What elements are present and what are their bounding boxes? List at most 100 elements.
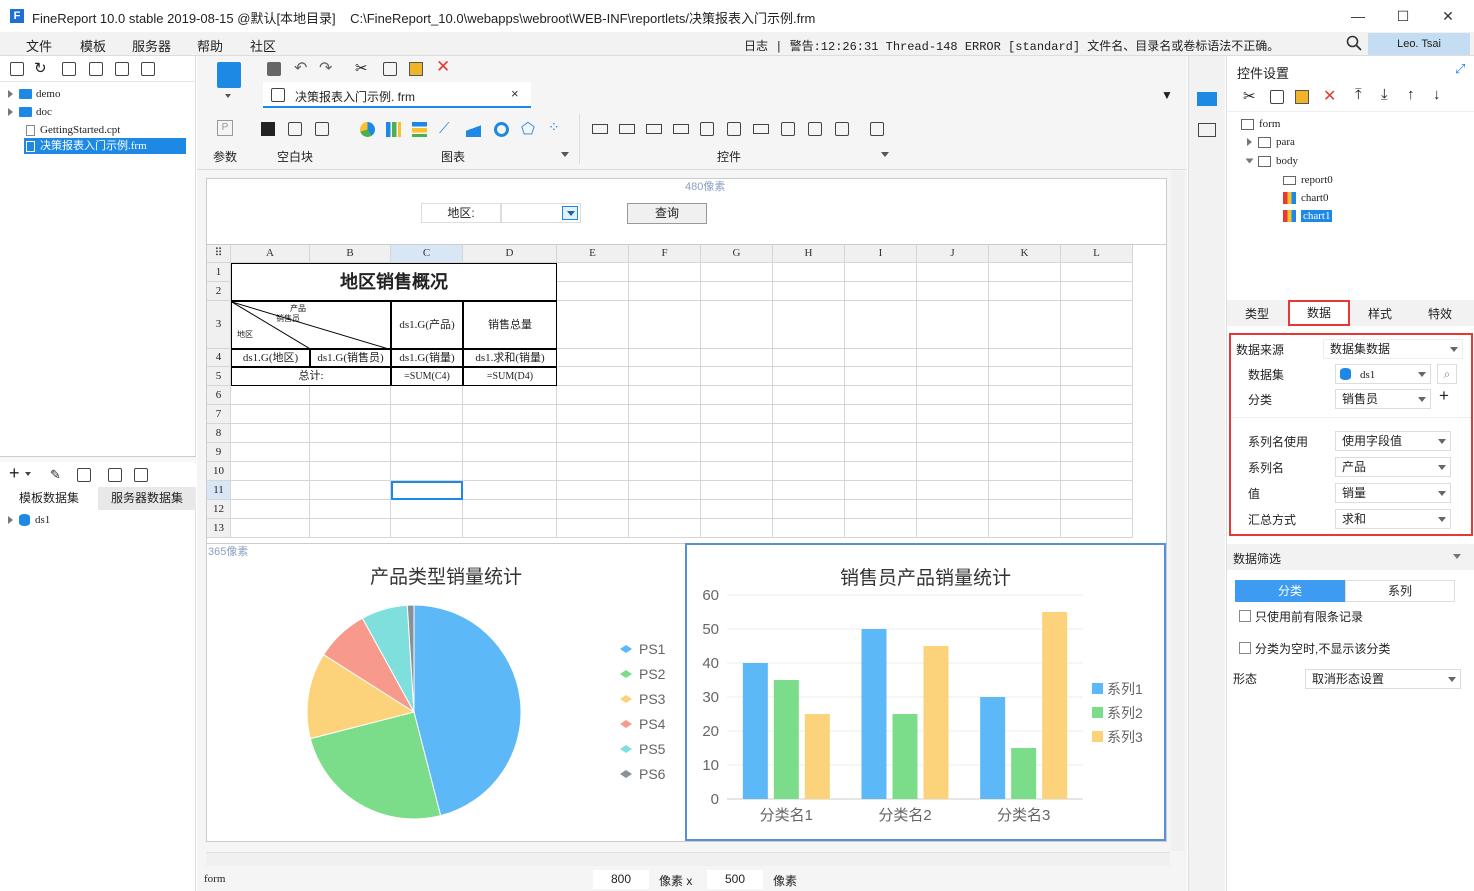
- grid-cell[interactable]: [1061, 519, 1133, 538]
- grid-cell[interactable]: [917, 301, 989, 349]
- grid-cell[interactable]: [1061, 424, 1133, 443]
- bar-2-3[interactable]: [923, 646, 949, 799]
- gauge-chart-icon[interactable]: [494, 122, 509, 137]
- grid-cell[interactable]: [917, 481, 989, 500]
- grid-cell[interactable]: [773, 462, 845, 481]
- grid-cell[interactable]: [917, 386, 989, 405]
- tab-data[interactable]: 数据: [1288, 300, 1350, 326]
- design-canvas[interactable]: 480像素 地区: 查询 ⠿ A B C D E F G H I J K L 1 2 3 4 5 6 7 8 9 10 11 1…: [206, 178, 1167, 842]
- grid-cell[interactable]: [989, 282, 1061, 301]
- close-tab-icon[interactable]: ×: [511, 86, 519, 101]
- grid-cell[interactable]: [557, 349, 629, 367]
- grid-cell[interactable]: [845, 405, 917, 424]
- move-top-icon[interactable]: ⤒: [1355, 86, 1362, 103]
- column-header[interactable]: E: [557, 245, 629, 263]
- grid-cell[interactable]: [231, 443, 310, 462]
- grid-cell[interactable]: [557, 386, 629, 405]
- grid-cell[interactable]: [391, 443, 463, 462]
- grid-cell[interactable]: [310, 462, 391, 481]
- grid-cell[interactable]: [557, 405, 629, 424]
- bar-2-2[interactable]: [892, 714, 918, 799]
- shape-select[interactable]: 取消形态设置: [1305, 669, 1461, 689]
- grid-cell[interactable]: [231, 386, 310, 405]
- area-chart-icon[interactable]: [466, 123, 481, 137]
- log-message[interactable]: 日志 | 警告:12:26:31 Thread-148 ERROR [stand…: [744, 37, 1279, 54]
- textarea-control-icon[interactable]: [781, 122, 795, 136]
- grid-cell[interactable]: [773, 405, 845, 424]
- filter-tab-category[interactable]: 分类: [1235, 580, 1345, 602]
- add-icon[interactable]: +: [1439, 386, 1449, 406]
- grid-cell[interactable]: [917, 462, 989, 481]
- search-icon[interactable]: ⌕: [1437, 364, 1457, 384]
- grid-cell[interactable]: [773, 519, 845, 538]
- grid-cell[interactable]: [629, 386, 701, 405]
- canvas-height-input[interactable]: 500: [707, 870, 763, 889]
- radio-control-icon[interactable]: [808, 122, 822, 136]
- dataset-item-ds1[interactable]: ds1: [8, 514, 50, 527]
- grid-cell[interactable]: [231, 405, 310, 424]
- grid-cell[interactable]: [463, 481, 557, 500]
- tab-server-dataset[interactable]: 服务器数据集: [98, 487, 196, 510]
- checkbox-control-icon[interactable]: [835, 122, 849, 136]
- bar-2-1[interactable]: [861, 629, 887, 799]
- component-library-icon[interactable]: [1198, 123, 1216, 137]
- grid-cell[interactable]: [773, 282, 845, 301]
- row-header[interactable]: 1: [207, 263, 231, 282]
- grid-cell[interactable]: [310, 386, 391, 405]
- menu-help[interactable]: 帮助: [197, 36, 223, 55]
- grid-cell[interactable]: [310, 500, 391, 519]
- row-header[interactable]: 6: [207, 386, 231, 405]
- row-header[interactable]: 8: [207, 424, 231, 443]
- grid-cell[interactable]: [629, 282, 701, 301]
- cell-d3[interactable]: 销售总量: [463, 301, 557, 349]
- bar-1-3[interactable]: [804, 714, 830, 799]
- grid-cell[interactable]: [231, 481, 310, 500]
- grid-cell[interactable]: [701, 443, 773, 462]
- grid-cell[interactable]: [391, 462, 463, 481]
- grid-cell[interactable]: [773, 367, 845, 386]
- grid-cell[interactable]: [557, 282, 629, 301]
- grid-cell[interactable]: [773, 481, 845, 500]
- grid-cell[interactable]: [557, 424, 629, 443]
- collapse-icon[interactable]: [141, 62, 155, 76]
- grid-cell[interactable]: [1061, 367, 1133, 386]
- row-header[interactable]: 5: [207, 367, 231, 386]
- grid-cell[interactable]: [463, 424, 557, 443]
- column-header[interactable]: K: [989, 245, 1061, 263]
- widget-tree-body[interactable]: body: [1245, 155, 1298, 167]
- category-select[interactable]: 销售员: [1335, 389, 1431, 409]
- grid-cell[interactable]: [845, 481, 917, 500]
- text-control-icon[interactable]: [592, 124, 608, 134]
- report-grid[interactable]: ⠿ A B C D E F G H I J K L 1 2 3 4 5 6 7 8 9 10 11 12 13 地区销售概况 产品 销售…: [207, 244, 1166, 540]
- row-header[interactable]: 4: [207, 349, 231, 367]
- data-filter-header[interactable]: 数据筛选: [1227, 544, 1474, 570]
- grid-cell[interactable]: [231, 500, 310, 519]
- column-header[interactable]: D: [463, 245, 557, 263]
- grid-cell[interactable]: [701, 367, 773, 386]
- tree-item-selected-frm[interactable]: 决策报表入门示例.frm: [24, 138, 186, 154]
- grid-cell[interactable]: [845, 519, 917, 538]
- bar-chart[interactable]: 0 10 20 30 40 50 60 分类名1 分类名2 分类名3 系列1 系列2 系列3: [687, 545, 1164, 839]
- grid-cell[interactable]: [1061, 443, 1133, 462]
- grid-cell[interactable]: [310, 405, 391, 424]
- widget-tree-chart1[interactable]: chart1: [1283, 210, 1333, 223]
- vertical-scrollbar[interactable]: [1171, 171, 1185, 851]
- layout-block-icon[interactable]: [288, 122, 302, 136]
- cut-icon[interactable]: ✂: [355, 59, 368, 77]
- parameter-icon[interactable]: P: [217, 120, 233, 136]
- grid-cell[interactable]: [845, 301, 917, 349]
- cell-d4[interactable]: ds1.求和(销量): [463, 349, 557, 367]
- grid-cell[interactable]: [917, 263, 989, 282]
- close-button[interactable]: ✕: [1438, 6, 1458, 26]
- bar-3-3[interactable]: [1042, 612, 1068, 799]
- menu-community[interactable]: 社区: [250, 36, 276, 55]
- horizontal-bar-chart-icon[interactable]: [412, 122, 427, 137]
- cell-c3[interactable]: ds1.G(产品): [391, 301, 463, 349]
- cut-icon[interactable]: ✂: [1243, 87, 1256, 105]
- user-account[interactable]: Leo. Tsai: [1368, 33, 1470, 55]
- horizontal-scrollbar[interactable]: [206, 852, 1170, 866]
- tab-type[interactable]: 类型: [1245, 305, 1269, 322]
- column-header[interactable]: C: [391, 245, 463, 263]
- grid-cell[interactable]: [845, 349, 917, 367]
- column-header[interactable]: F: [629, 245, 701, 263]
